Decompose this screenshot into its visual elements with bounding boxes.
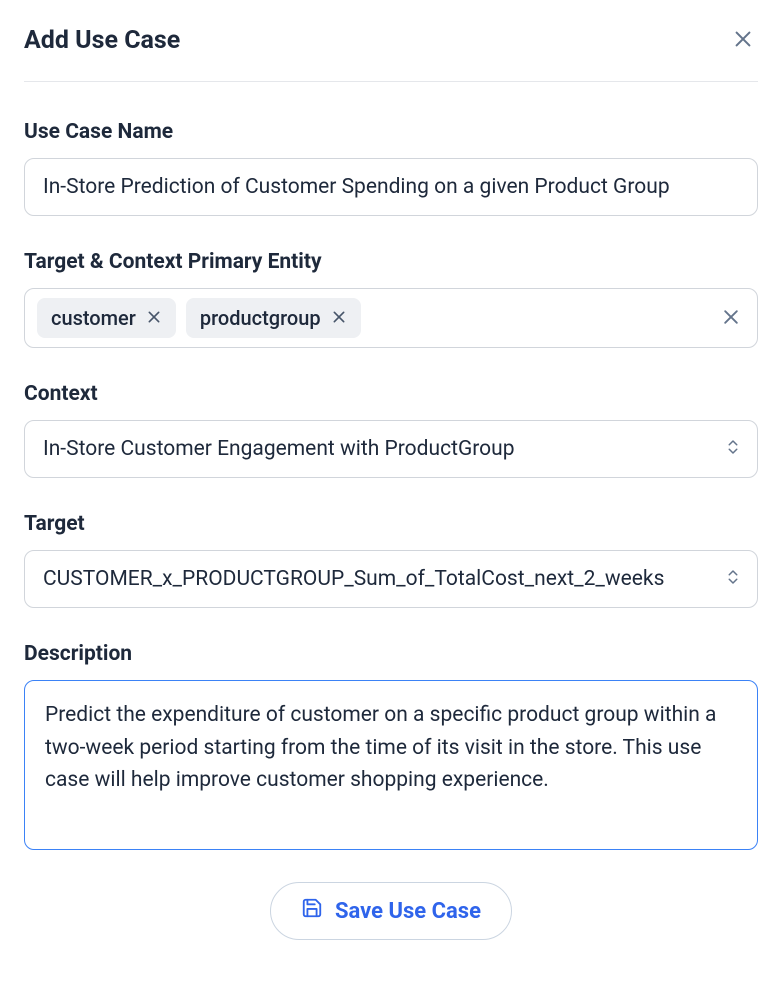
- entity-tag-label: productgroup: [200, 306, 321, 330]
- modal-header: Add Use Case: [24, 24, 758, 82]
- save-icon: [301, 897, 323, 925]
- description-field: Description: [24, 642, 758, 854]
- x-icon: [721, 307, 741, 330]
- context-select-value: In-Store Customer Engagement with Produc…: [24, 420, 758, 478]
- entity-tag: productgroup: [186, 298, 361, 338]
- use-case-name-field: Use Case Name: [24, 120, 758, 216]
- context-select[interactable]: In-Store Customer Engagement with Produc…: [24, 420, 758, 478]
- primary-entity-input[interactable]: customer productgroup: [24, 288, 758, 348]
- close-icon: [732, 28, 754, 53]
- save-button[interactable]: Save Use Case: [270, 882, 512, 940]
- action-row: Save Use Case: [24, 882, 758, 940]
- description-textarea[interactable]: [24, 680, 758, 850]
- target-select[interactable]: CUSTOMER_x_PRODUCTGROUP_Sum_of_TotalCost…: [24, 550, 758, 608]
- target-label: Target: [24, 512, 758, 536]
- x-icon: [331, 309, 347, 328]
- close-button[interactable]: [728, 24, 758, 57]
- context-label: Context: [24, 382, 758, 406]
- description-label: Description: [24, 642, 758, 666]
- modal-title: Add Use Case: [24, 26, 180, 55]
- use-case-name-input[interactable]: [24, 158, 758, 216]
- remove-entity-tag-button[interactable]: [146, 309, 162, 328]
- save-button-label: Save Use Case: [335, 899, 481, 924]
- x-icon: [146, 309, 162, 328]
- primary-entity-field: Target & Context Primary Entity customer…: [24, 250, 758, 348]
- target-field: Target CUSTOMER_x_PRODUCTGROUP_Sum_of_To…: [24, 512, 758, 608]
- clear-entities-button[interactable]: [717, 303, 745, 334]
- entity-tag-label: customer: [51, 306, 136, 330]
- entity-tag: customer: [37, 298, 176, 338]
- target-select-value: CUSTOMER_x_PRODUCTGROUP_Sum_of_TotalCost…: [24, 550, 758, 608]
- context-field: Context In-Store Customer Engagement wit…: [24, 382, 758, 478]
- remove-entity-tag-button[interactable]: [331, 309, 347, 328]
- use-case-name-label: Use Case Name: [24, 120, 758, 144]
- primary-entity-label: Target & Context Primary Entity: [24, 250, 758, 274]
